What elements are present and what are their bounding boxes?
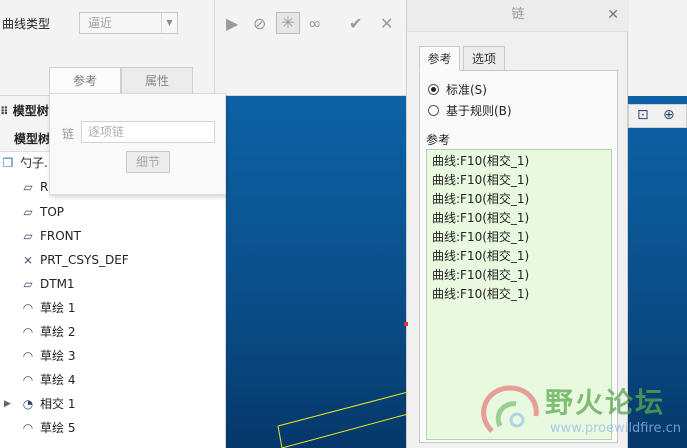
list-item[interactable]: 曲线:F10(相交_1) (432, 209, 529, 228)
plane-icon: ▱ (23, 277, 33, 291)
verify-icon[interactable]: ✳ (276, 12, 300, 34)
list-item[interactable]: 曲线:F10(相交_1) (432, 247, 529, 266)
curve-type-value: 逼近 (88, 16, 113, 30)
close-icon[interactable]: ✕ (607, 0, 619, 30)
plane-icon: ▱ (23, 180, 33, 194)
model-tree-subtitle: 模型树 (14, 132, 51, 146)
chain-input[interactable]: 逐项链 (81, 121, 215, 143)
model-tree[interactable]: ❒ 勺子.PRT ▱ RIGHT ▱ TOP ▱ FRONT ⨯ PRT_CSY… (0, 152, 226, 448)
references-panel: 链 逐项链 细节 (49, 93, 226, 195)
model-tree-title: ⠿ 模型树 (0, 104, 49, 118)
tab-references[interactable]: 参考 (49, 67, 121, 94)
curve-type-label: 曲线类型 (2, 17, 51, 31)
sketch-icon: ◠ (22, 421, 34, 435)
radio-unselected-icon (428, 105, 439, 116)
tree-item-sketch4[interactable]: ◠ 草绘 4 (0, 369, 226, 391)
glasses-icon[interactable]: ∞ (308, 14, 321, 34)
right-toolbar-area (628, 0, 687, 96)
check-icon[interactable]: ✔ (349, 14, 362, 34)
model-geometry (277, 322, 408, 448)
zoom-fit-icon[interactable]: ⊡ (637, 107, 649, 123)
curve-type-select[interactable]: 逼近 ▼ (79, 12, 178, 34)
intersect-icon: ◔ (22, 397, 34, 411)
tree-item-sketch3[interactable]: ◠ 草绘 3 (0, 345, 226, 367)
radio-rule-based[interactable]: 基于规则(B) (428, 102, 512, 120)
csys-icon: ⨯ (22, 253, 34, 267)
tree-item-intersect1[interactable]: ▶ ◔ 相交 1 (0, 393, 226, 415)
watermark-text: 野火论坛 (545, 386, 666, 419)
list-item[interactable]: 曲线:F10(相交_1) (432, 190, 529, 209)
plane-icon: ▱ (23, 205, 33, 219)
part-icon: ❒ (2, 156, 14, 170)
sketch-icon: ◠ (22, 373, 34, 387)
list-item[interactable]: 曲线:F10(相交_1) (432, 171, 529, 190)
sketch-icon: ◠ (22, 301, 34, 315)
chevron-down-icon: ▼ (161, 13, 177, 33)
tree-item-csys[interactable]: ⨯ PRT_CSYS_DEF (0, 249, 226, 271)
stop-icon[interactable]: ⊘ (253, 14, 266, 34)
datum-point-marker (404, 322, 408, 326)
tree-item-top[interactable]: ▱ TOP (0, 201, 226, 223)
tree-item-sketch1[interactable]: ◠ 草绘 1 (0, 297, 226, 319)
references-title: 参考 (426, 133, 451, 147)
list-item[interactable]: 曲线:F10(相交_1) (432, 152, 529, 171)
plane-icon: ▱ (23, 229, 33, 243)
tree-item-sketch2[interactable]: ◠ 草绘 2 (0, 321, 226, 343)
radio-selected-icon (428, 84, 439, 95)
watermark-url: www.proewildfire.cn (550, 421, 681, 436)
list-item[interactable]: 曲线:F10(相交_1) (432, 285, 529, 304)
model-tree-icon: ⠿ (0, 105, 9, 118)
dialog-title[interactable]: 链 (407, 0, 629, 32)
radio-standard[interactable]: 标准(S) (428, 81, 487, 99)
list-item[interactable]: 曲线:F10(相交_1) (432, 266, 529, 285)
dialog-tab-references[interactable]: 参考 (419, 46, 460, 71)
dialog-tab-options[interactable]: 选项 (463, 46, 505, 71)
tree-item-front[interactable]: ▱ FRONT (0, 225, 226, 247)
list-item[interactable]: 曲线:F10(相交_1) (432, 228, 529, 247)
tab-properties[interactable]: 属性 (121, 67, 193, 94)
view-toolbar: ⊡ ⊕ (628, 104, 687, 128)
ribbon-divider (214, 0, 215, 96)
sketch-icon: ◠ (22, 325, 34, 339)
expand-arrow-icon[interactable]: ▶ (4, 393, 11, 415)
chain-label: 链 (62, 127, 75, 141)
sketch-icon: ◠ (22, 349, 34, 363)
details-button[interactable]: 细节 (126, 151, 170, 173)
play-icon[interactable]: ▶ (226, 14, 238, 34)
tree-item-sketch5[interactable]: ◠ 草绘 5 (0, 417, 226, 439)
zoom-in-icon[interactable]: ⊕ (663, 107, 675, 123)
tree-item-dtm1[interactable]: ▱ DTM1 (0, 273, 226, 295)
cancel-icon[interactable]: ✕ (380, 14, 393, 34)
dashboard-ribbon: 曲线类型 逼近 ▼ 参考 属性 ▶ ⊘ ✳ ∞ ✔ ✕ (0, 0, 408, 96)
